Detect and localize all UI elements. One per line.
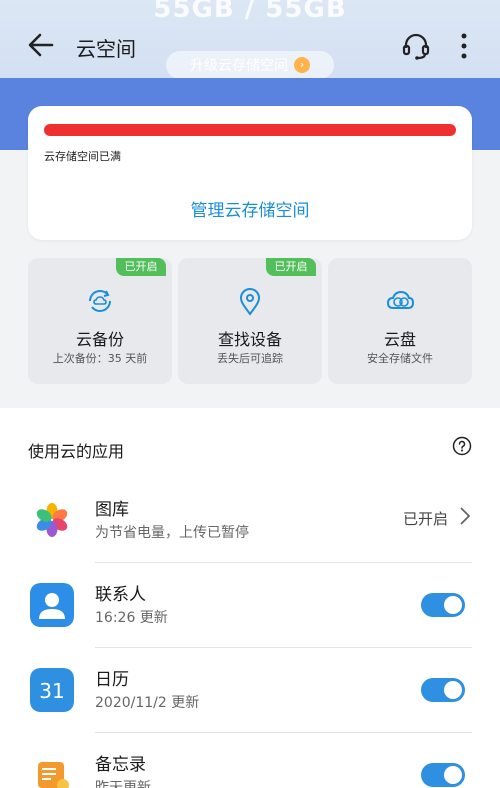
app-row-gallery[interactable]: 图库 为节省电量，上传已暂停 已开启 [0,478,500,563]
app-name: 联系人 [95,585,146,605]
enabled-badge: 已开启 [266,258,316,276]
app-status-text: 已开启 [403,510,449,528]
feature-subtitle: 上次备份：35 天前 [52,352,148,365]
upgrade-storage-label: 升级云存储空间 [190,58,288,74]
storage-progress-bar [44,124,456,136]
app-name: 图库 [95,500,129,520]
calendar-icon-day: 31 [39,679,64,703]
sync-toggle-contacts[interactable] [421,593,465,617]
feature-tile-cloud-backup[interactable]: 已开启 云备份 上次备份：35 天前 [28,258,172,384]
calendar-icon: 31 [30,668,74,712]
app-row-calendar: 31 日历 2020/11/2 更新 [0,648,500,733]
sync-toggle-notes[interactable] [421,763,465,787]
page-title: 云空间 [76,37,136,61]
feature-name: 云盘 [383,330,416,349]
contacts-icon [30,583,74,627]
cloud-apps-panel: 使用云的应用 图库 为节省电量，上传已暂停 已开启 联系人 16:26 更新 3… [0,408,500,788]
feature-tile-cloud-drive[interactable]: 云盘 安全存储文件 [328,258,472,384]
toggle-knob [444,681,462,699]
storage-card: 云存储空间已满 管理云存储空间 [28,106,472,240]
app-row-contacts: 联系人 16:26 更新 [0,563,500,648]
feature-name: 云备份 [75,330,124,349]
sync-toggle-calendar[interactable] [421,678,465,702]
feature-subtitle: 丢失后可追踪 [217,352,283,365]
cloud-drive-icon [386,290,415,309]
location-pin-icon [239,288,261,316]
upgrade-storage-button[interactable]: 升级云存储空间 › [166,51,334,79]
app-subtitle: 昨天更新 [95,780,151,788]
help-icon[interactable] [452,436,472,456]
chevron-right-icon: › [294,57,310,73]
chevron-right-icon [460,507,471,525]
app-name: 日历 [95,670,129,690]
enabled-badge: 已开启 [116,258,166,276]
feature-name: 查找设备 [217,330,282,349]
storage-status-text: 云存储空间已满 [44,150,121,163]
toggle-knob [444,766,462,784]
back-arrow-icon[interactable] [24,28,58,62]
app-header: 55GB / 55GB 云空间 升级云存储空间 › [0,0,500,79]
feature-subtitle: 安全存储文件 [367,352,433,365]
storage-usage-text: 55GB / 55GB [153,0,347,24]
app-subtitle: 为节省电量，上传已暂停 [95,525,249,541]
gallery-icon [30,498,74,542]
cloud-sync-icon [89,290,111,312]
app-name: 备忘录 [95,755,146,775]
toggle-knob [444,596,462,614]
app-subtitle: 2020/11/2 更新 [95,695,200,711]
section-title: 使用云的应用 [28,442,125,461]
headset-support-icon[interactable] [400,30,432,62]
more-options-icon[interactable] [452,30,476,62]
feature-tiles: 已开启 云备份 上次备份：35 天前 已开启 查找设备 丢失后可追踪 云盘 安全… [28,258,472,384]
notes-icon [30,753,74,788]
app-subtitle: 16:26 更新 [95,610,168,626]
app-row-notes: 备忘录 昨天更新 [0,733,500,788]
manage-storage-button[interactable]: 管理云存储空间 [28,196,472,221]
feature-tile-find-device[interactable]: 已开启 查找设备 丢失后可追踪 [178,258,322,384]
